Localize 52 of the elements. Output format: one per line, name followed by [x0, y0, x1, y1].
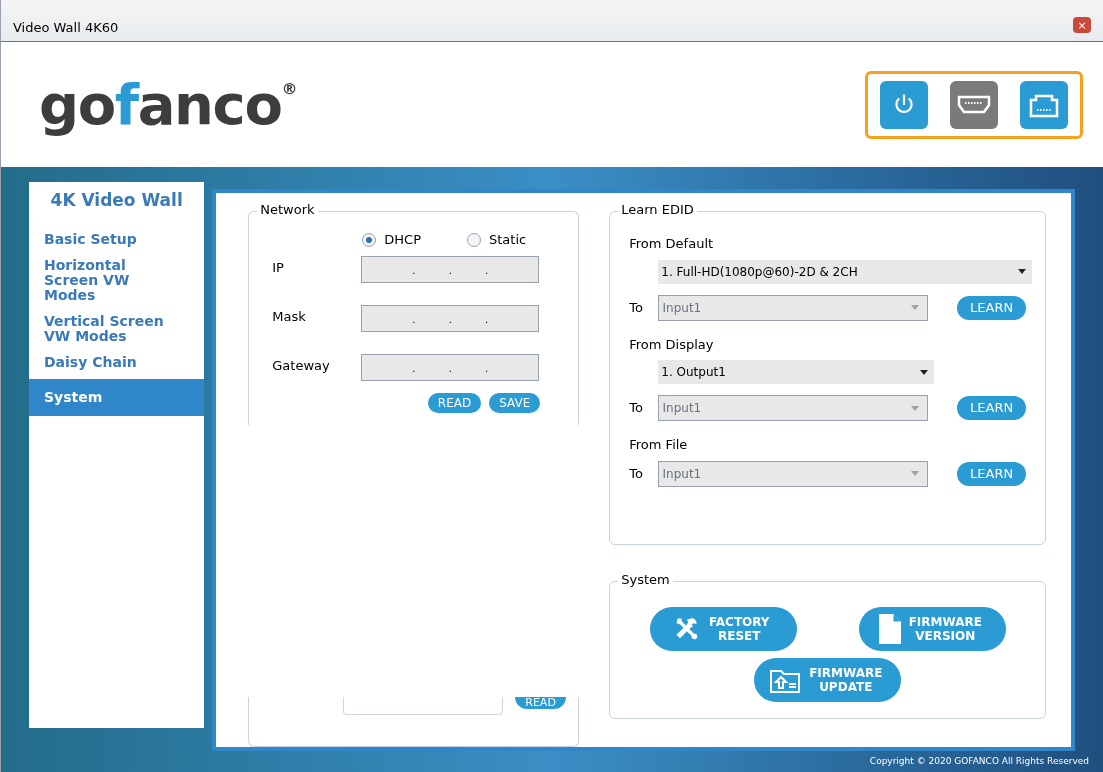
- read-button[interactable]: READ: [515, 697, 566, 709]
- sidebar-title: 4K Video Wall: [49, 189, 184, 212]
- radio-option[interactable]: DHCP: [362, 230, 421, 250]
- section-label: From Default: [629, 235, 715, 253]
- field-label: Mask: [272, 307, 307, 326]
- input-dropdown[interactable]: Input1: [657, 395, 929, 421]
- radio-option[interactable]: Static: [466, 230, 527, 250]
- input-dropdown[interactable]: Input1: [657, 294, 929, 321]
- hdmi-port-icon: [957, 93, 991, 116]
- window-title: Video Wall 4K60: [13, 18, 119, 37]
- system-button[interactable]: FIRMWARE UPDATE: [754, 658, 902, 702]
- sidebar-item[interactable]: Horizontal Screen VW Modes: [29, 253, 179, 307]
- system-button[interactable]: FIRMWARE VERSION: [858, 607, 1006, 651]
- learn-button[interactable]: LEARN: [957, 396, 1027, 420]
- learn-button[interactable]: LEARN: [957, 295, 1027, 320]
- learn-button[interactable]: LEARN: [957, 461, 1027, 486]
- system-button[interactable]: FACTORY RESET: [649, 607, 797, 651]
- group-title: Learn EDID: [618, 203, 697, 216]
- copyright-text: Copyright © 2020 GOFANCO All Rights Reserved: [869, 755, 1089, 769]
- dropdown-caret-icon: [911, 305, 920, 310]
- to-label: To: [629, 464, 644, 483]
- network-button[interactable]: SAVE: [489, 392, 541, 413]
- section-label: From File: [629, 436, 689, 454]
- ip-field[interactable]: . . .: [361, 304, 540, 332]
- dropdown-caret-icon: [920, 369, 929, 375]
- edid-dropdown[interactable]: 1. Full-HD(1080p@60)-2D & 2CH: [658, 259, 1033, 284]
- to-label: To: [629, 298, 644, 317]
- sidebar-item[interactable]: Basic Setup: [29, 227, 179, 251]
- input-dropdown[interactable]: Input1: [657, 460, 929, 487]
- ip-field[interactable]: . . .: [361, 353, 540, 381]
- sidebar-item[interactable]: Vertical Screen VW Modes: [29, 309, 179, 348]
- dropdown-caret-icon: [911, 405, 920, 411]
- group-title: System: [618, 573, 673, 586]
- sidebar-item[interactable]: Daisy Chain: [29, 350, 179, 374]
- ip-field[interactable]: . . .: [361, 255, 540, 283]
- document-icon: [878, 614, 901, 644]
- dropdown-caret-icon: [911, 471, 920, 476]
- section-label: From Display: [629, 335, 715, 354]
- to-label: To: [629, 399, 644, 418]
- dropdown-caret-icon: [1018, 269, 1027, 274]
- field-label: Gateway: [272, 356, 331, 375]
- group-title: Network: [257, 203, 318, 216]
- device-button[interactable]: [880, 80, 928, 129]
- close-button[interactable]: ×: [1073, 17, 1091, 33]
- sidebar-item[interactable]: System: [29, 378, 205, 416]
- radio-button[interactable]: [362, 232, 377, 247]
- device-button[interactable]: [1020, 80, 1068, 129]
- network-button[interactable]: READ: [427, 392, 482, 413]
- text-field[interactable]: [343, 697, 504, 715]
- radio-button[interactable]: [466, 232, 481, 247]
- field-label: IP: [272, 258, 285, 277]
- output-dropdown[interactable]: 1. Output1: [658, 360, 935, 384]
